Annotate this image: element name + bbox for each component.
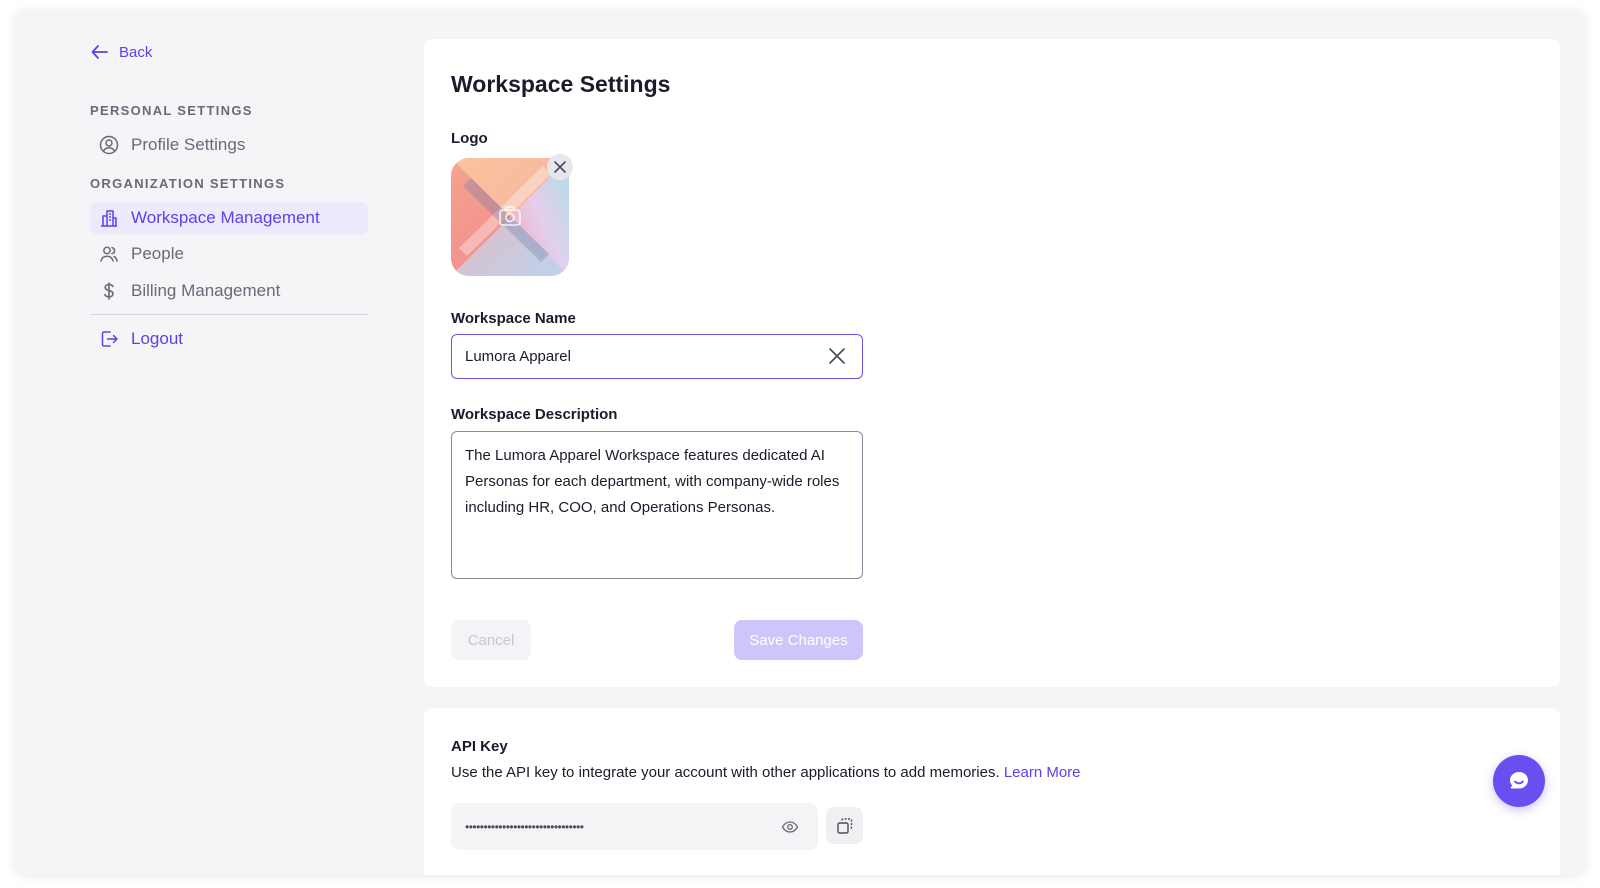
workspace-name-label: Workspace Name [451,310,576,327]
chat-support-button[interactable] [1493,755,1545,807]
logout-label: Logout [131,329,183,348]
sidebar-item-label: Billing Management [131,281,281,300]
workspace-description-input[interactable]: The Lumora Apparel Workspace features de… [451,431,863,579]
logout-button[interactable]: Logout [90,323,368,355]
sidebar-item-billing-management[interactable]: Billing Management [90,275,368,307]
api-key-heading: API Key [451,738,508,755]
sidebar-item-label: Profile Settings [131,135,246,154]
workspace-settings-card: Workspace Settings Logo Workspace Name L… [424,39,1560,687]
workspace-description-label: Workspace Description [451,406,618,423]
building-icon [101,210,117,227]
sidebar-item-workspace-management[interactable]: Workspace Management [90,202,368,234]
cancel-button[interactable]: Cancel [451,620,531,660]
eye-icon[interactable] [781,818,799,836]
back-label: Back [119,43,153,61]
arrow-left-icon [91,45,108,59]
sidebar-item-label: Workspace Management [131,208,320,227]
api-key-field[interactable]: •••••••••••••••••••••••••••••••• [451,803,818,850]
api-key-card: API Key Use the API key to integrate you… [424,708,1560,875]
sidebar-item-people[interactable]: People [90,238,368,270]
workspace-name-field [451,334,863,379]
organization-settings-heading: ORGANIZATION SETTINGS [90,176,286,191]
copy-api-key-button[interactable] [826,807,863,844]
back-link[interactable]: Back [90,42,152,62]
save-changes-button[interactable]: Save Changes [734,620,863,660]
logout-icon [101,331,118,347]
remove-logo-button[interactable] [547,154,573,180]
workspace-name-input[interactable] [465,348,805,365]
user-circle-icon [99,135,119,155]
chat-icon [1510,772,1528,789]
sidebar-item-profile-settings[interactable]: Profile Settings [90,129,368,161]
app-window: Back PERSONAL SETTINGS Profile Settings … [14,9,1586,875]
logo-label: Logo [451,130,488,147]
clear-input-icon[interactable] [828,347,846,365]
sidebar-item-label: People [131,244,184,263]
personal-settings-heading: PERSONAL SETTINGS [90,103,253,118]
api-key-description-text: Use the API key to integrate your accoun… [451,764,1000,781]
page-title: Workspace Settings [451,71,671,97]
sidebar-divider [90,314,368,315]
dollar-icon [104,282,114,300]
learn-more-link[interactable]: Learn More [1004,764,1081,781]
copy-icon [836,817,852,834]
people-icon [100,246,118,262]
api-key-description: Use the API key to integrate your accoun… [451,764,1081,781]
close-icon [554,161,566,173]
